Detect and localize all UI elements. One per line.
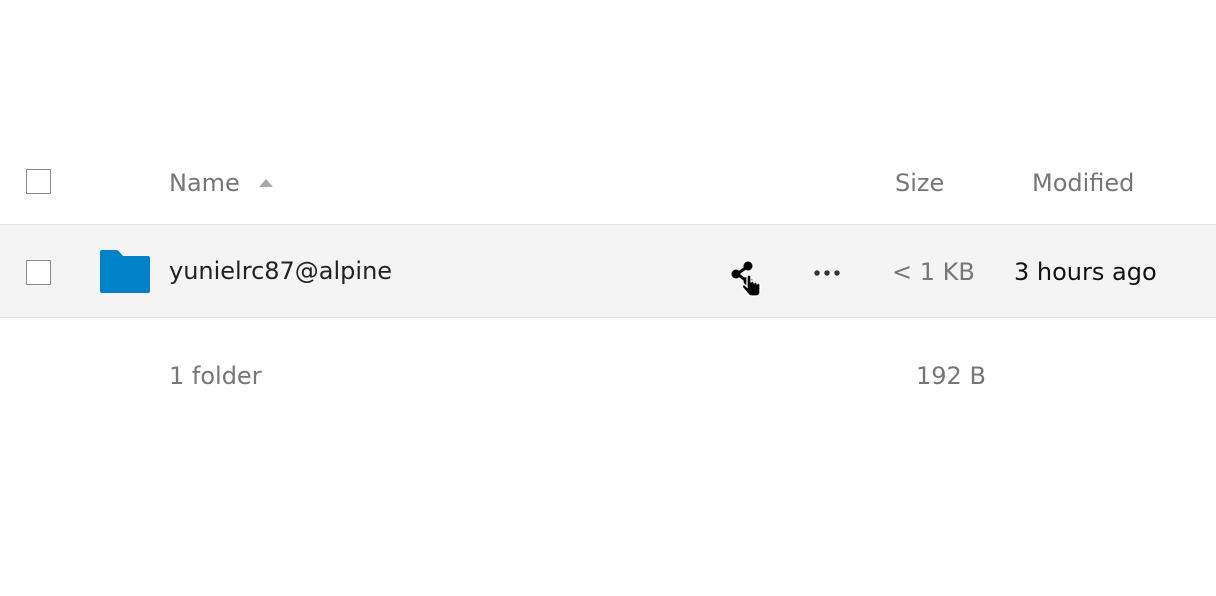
more-options-icon[interactable] [812,263,842,283]
file-row[interactable]: yunielrc87@alpine < 1 KB 3 hours ago [0,224,1216,318]
column-header-size[interactable]: Size [895,168,944,198]
select-all-checkbox[interactable] [26,169,51,194]
file-list-header: Name Size Modified [0,140,1216,224]
sort-ascending-icon[interactable] [259,179,273,187]
file-size: < 1 KB [892,258,975,286]
summary-count: 1 folder [169,362,262,390]
summary-total-size: 192 B [916,362,986,390]
column-header-name[interactable]: Name [169,168,240,198]
column-header-modified[interactable]: Modified [1032,168,1134,198]
row-select-checkbox[interactable] [26,260,51,285]
file-list: Name Size Modified yunielrc87@alpine < 1… [0,0,1216,596]
file-list-summary: 1 folder 192 B [0,318,1216,434]
file-modified: 3 hours ago [1014,258,1157,286]
folder-icon[interactable] [100,250,150,293]
share-icon[interactable] [730,260,764,298]
file-name[interactable]: yunielrc87@alpine [169,256,392,286]
